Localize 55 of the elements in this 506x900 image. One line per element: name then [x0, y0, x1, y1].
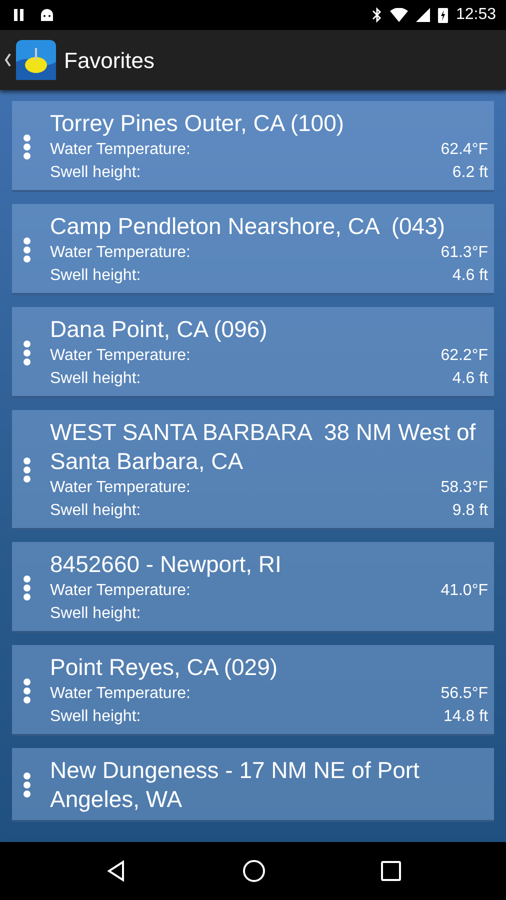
- reading-label: Swell height:: [50, 163, 141, 183]
- reading-value: 62.2°F: [440, 346, 488, 366]
- wifi-icon: [390, 8, 408, 22]
- station-name: Camp Pendleton Nearshore, CA (043): [50, 212, 446, 241]
- bluetooth-icon: [372, 7, 382, 23]
- favorite-card[interactable]: Point Reyes, CA (029) Water Temperature: 56.5°F Swell height: 14.8 ft: [12, 645, 494, 736]
- favorite-card[interactable]: New Dungeness - 17 NM NE of Port Angeles, WA: [12, 748, 494, 822]
- home-icon[interactable]: [242, 859, 266, 883]
- station-name: New Dungeness - 17 NM NE of Port Angeles, WA: [50, 756, 420, 814]
- reading-label: Water Temperature:: [50, 140, 190, 160]
- reading-label: Swell height:: [50, 266, 141, 286]
- reading-value: 41.0°F: [440, 581, 488, 601]
- favorite-card[interactable]: 8452660 - Newport, RI Water Temperature: 41.0°F Swell height:: [12, 542, 494, 633]
- battery-icon: [438, 7, 448, 23]
- station-name: Dana Point, CA (096): [50, 315, 268, 344]
- favorite-card[interactable]: Dana Point, CA (096) Water Temperature: 62.2°F Swell height: 4.6 ft: [12, 307, 494, 398]
- recent-apps-icon[interactable]: [380, 861, 401, 881]
- reading-value: 4.6 ft: [452, 266, 488, 286]
- more-options-icon[interactable]: [23, 772, 31, 798]
- reading-label: Swell height:: [50, 707, 141, 727]
- reading-value: 56.5°F: [440, 684, 488, 704]
- station-name: 8452660 - Newport, RI: [50, 550, 282, 579]
- favorite-card[interactable]: Torrey Pines Outer, CA (100) Water Temperature: 62.4°F Swell height: 6.2 ft: [12, 101, 494, 192]
- signal-icon: [416, 8, 430, 22]
- reading-value: 14.8 ft: [444, 707, 488, 727]
- more-options-icon[interactable]: [23, 340, 31, 366]
- reading-value: 58.3°F: [440, 478, 488, 498]
- android-icon: [40, 8, 54, 22]
- more-options-icon[interactable]: [23, 574, 31, 600]
- reading-label: Water Temperature:: [50, 346, 190, 366]
- reading-value: 9.8 ft: [452, 501, 488, 521]
- favorite-card[interactable]: Camp Pendleton Nearshore, CA (043) Water Temperature: 61.3°F Swell height: 4.6 ft: [12, 204, 494, 295]
- reading-label: Water Temperature:: [50, 478, 190, 498]
- reading-label: Water Temperature:: [50, 684, 190, 704]
- reading-label: Swell height:: [50, 604, 141, 624]
- station-name: Torrey Pines Outer, CA (100): [50, 109, 346, 138]
- more-options-icon[interactable]: [23, 457, 31, 483]
- favorite-card[interactable]: WEST SANTA BARBARA 38 NM West of Santa Barbara, CA Water Temperature: 58.3°F Swell height: 9.8 ft: [12, 410, 494, 530]
- app-logo-icon[interactable]: [16, 40, 56, 80]
- clock-time: 12:53: [456, 5, 496, 25]
- station-name: Point Reyes, CA (029): [50, 653, 279, 682]
- more-options-icon[interactable]: [23, 134, 31, 160]
- reading-label: Swell height:: [50, 369, 141, 389]
- more-options-icon[interactable]: [23, 678, 31, 704]
- reading-label: Swell height:: [50, 501, 141, 521]
- screen-title: Favorites: [64, 46, 154, 74]
- reading-label: Water Temperature:: [50, 581, 190, 601]
- pause-icon: [14, 9, 24, 21]
- reading-value: 6.2 ft: [452, 163, 488, 183]
- reading-value: 4.6 ft: [452, 369, 488, 389]
- reading-label: Water Temperature:: [50, 243, 190, 263]
- reading-value: 62.4°F: [440, 140, 488, 160]
- reading-value: 61.3°F: [440, 243, 488, 263]
- station-name: WEST SANTA BARBARA 38 NM West of Santa Barbara, CA: [50, 418, 477, 476]
- more-options-icon[interactable]: [23, 236, 31, 262]
